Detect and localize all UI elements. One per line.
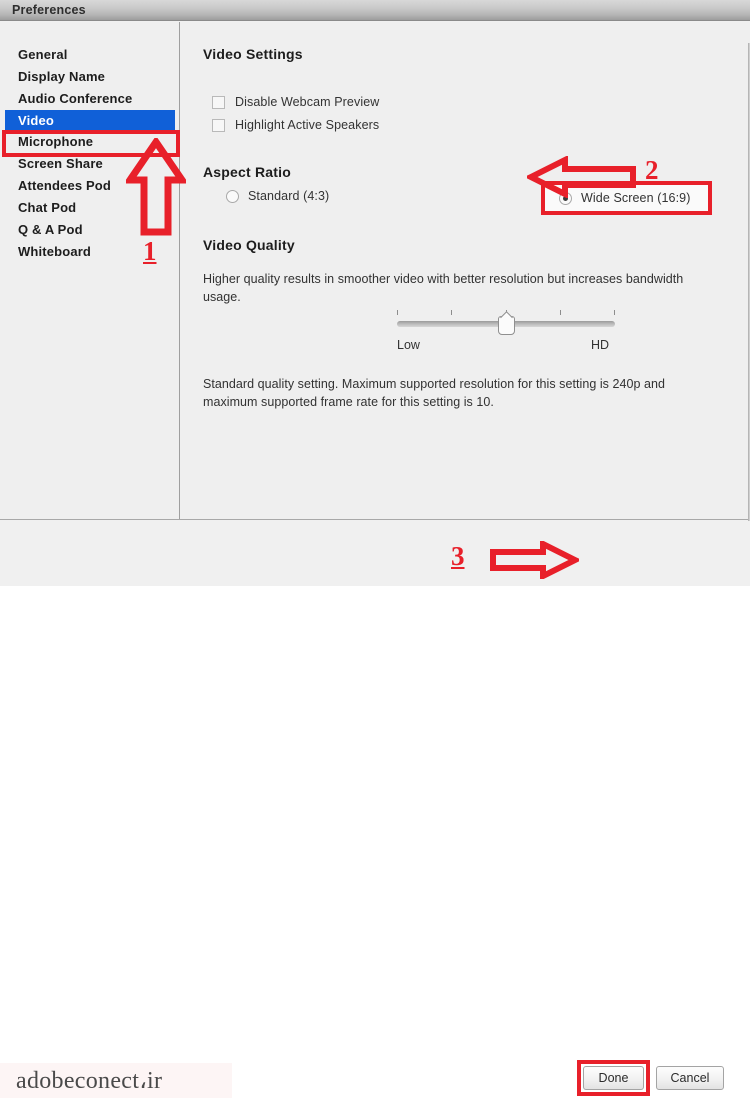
checkbox-label: Disable Webcam Preview [235, 95, 380, 109]
done-button[interactable]: Done [583, 1066, 644, 1090]
checkbox-disable-webcam-preview[interactable] [212, 95, 225, 109]
sidebar-item-label: Attendees Pod [18, 178, 111, 193]
sidebar-item-label: Microphone [18, 134, 94, 149]
sidebar: General Display Name Audio Conference Vi… [0, 22, 180, 519]
sidebar-item-label: Video [18, 113, 54, 128]
arrow-left-icon [527, 156, 636, 198]
video-quality-description: Higher quality results in smoother video… [203, 272, 684, 304]
arrow-right-icon [490, 541, 579, 579]
sidebar-item-display-name[interactable]: Display Name [0, 66, 180, 88]
sidebar-item-label: Chat Pod [18, 200, 77, 215]
sidebar-item-label: Q & A Pod [18, 222, 83, 237]
video-quality-heading: Video Quality [203, 237, 295, 253]
preferences-window: Preferences General Display Name Audio C… [0, 0, 750, 1098]
checkbox-highlight-active-speakers[interactable] [212, 118, 225, 132]
window-title: Preferences [12, 3, 86, 17]
watermark-text: adobeconect،ir [16, 1068, 163, 1094]
annotation-number-3: 3 [451, 541, 465, 571]
video-settings-panel: Video Settings Disable Webcam Preview Hi… [181, 22, 750, 519]
slider-tick [614, 310, 615, 315]
sidebar-item-label: Whiteboard [18, 244, 91, 259]
radio-label: Standard (4:3) [248, 189, 330, 203]
video-settings-heading: Video Settings [203, 46, 303, 62]
sidebar-item-label: General [18, 47, 68, 62]
dialog-body: General Display Name Audio Conference Vi… [0, 22, 750, 543]
sidebar-item-general[interactable]: General [0, 44, 180, 66]
checkbox-row-disable-webcam-preview[interactable]: Disable Webcam Preview [212, 95, 379, 109]
video-quality-status: Standard quality setting. Maximum suppor… [203, 377, 666, 409]
dialog-footer: adobeconect،ir Done Cancel [0, 521, 750, 1098]
sidebar-item-audio-conference[interactable]: Audio Conference [0, 88, 180, 110]
video-quality-slider[interactable]: Low HD [397, 310, 615, 352]
slider-min-label: Low [397, 338, 420, 352]
sidebar-item-video[interactable]: Video [5, 110, 175, 131]
annotation-number-2: 2 [645, 155, 659, 185]
sidebar-item-label: Screen Share [18, 156, 103, 171]
checkbox-row-highlight-active-speakers[interactable]: Highlight Active Speakers [212, 118, 379, 132]
sidebar-item-label: Display Name [18, 69, 106, 84]
slider-tick [560, 310, 561, 315]
slider-thumb[interactable] [498, 316, 515, 335]
radio-row-standard[interactable]: Standard (4:3) [226, 189, 329, 203]
slider-tick [451, 310, 452, 315]
checkbox-label: Highlight Active Speakers [235, 118, 380, 132]
radio-standard-4-3[interactable] [226, 189, 239, 203]
aspect-ratio-heading: Aspect Ratio [203, 164, 291, 180]
slider-tick [397, 310, 398, 315]
cancel-button[interactable]: Cancel [656, 1066, 724, 1090]
window-titlebar: Preferences [0, 0, 750, 21]
sidebar-item-label: Audio Conference [18, 91, 133, 106]
slider-max-label: HD [591, 338, 610, 352]
annotation-number-1: 1 [143, 236, 157, 266]
arrow-up-icon [126, 138, 186, 236]
